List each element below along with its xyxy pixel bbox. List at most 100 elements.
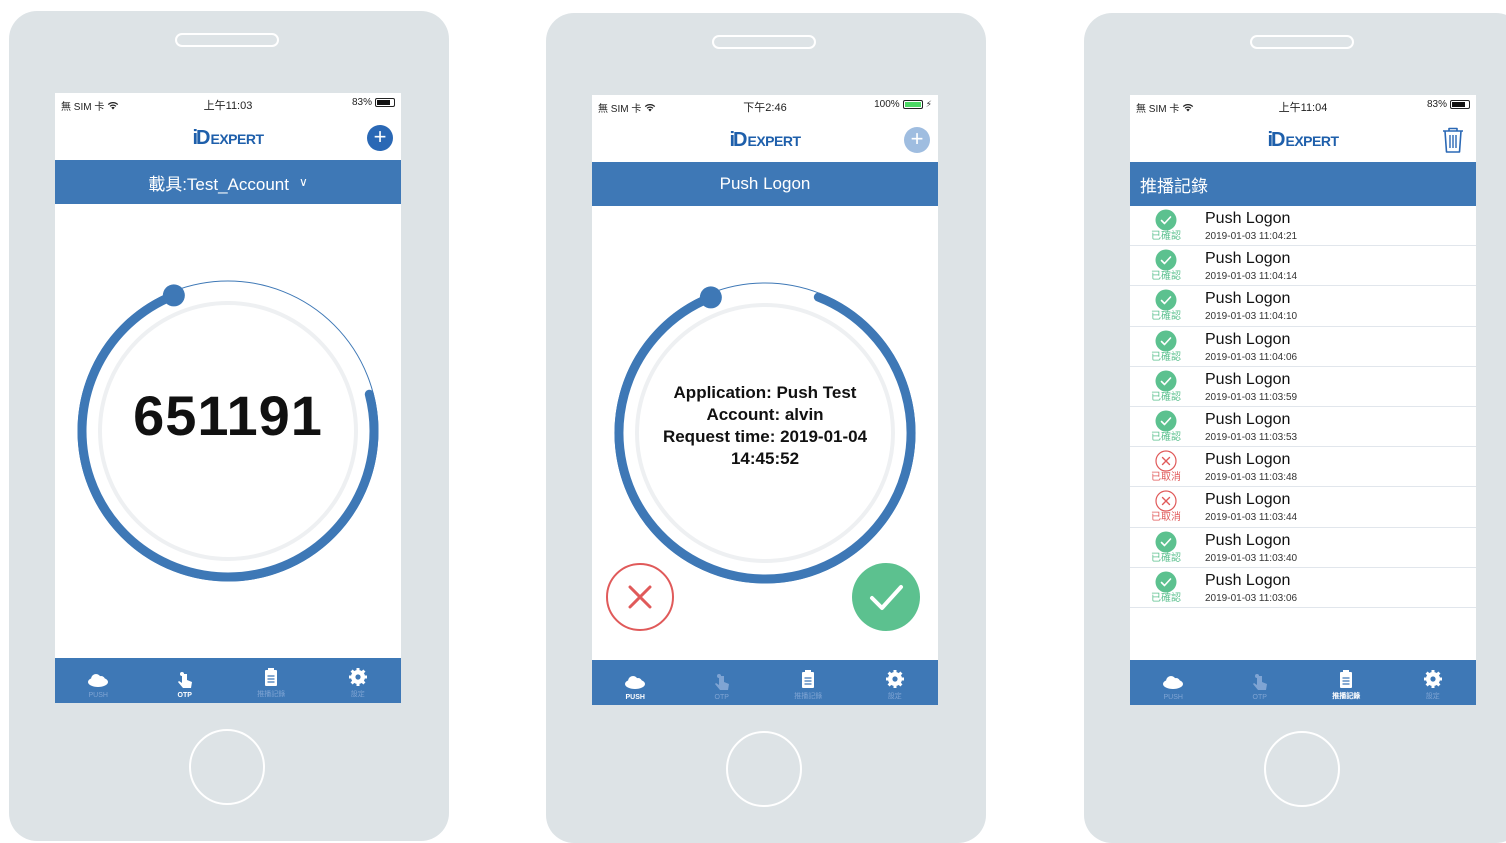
history-row[interactable]: 已確認 Push Logon 2019-01-03 11:04:14: [1130, 246, 1476, 287]
app-header: iD EXPERT +: [592, 121, 938, 161]
history-timestamp: 2019-01-03 11:04:06: [1205, 351, 1298, 363]
tab-push[interactable]: PUSH: [1130, 660, 1217, 705]
phone-history: 無 SIM 卡 上午11:04 83% iD EXPERT 推播記錄 已確認 Pu…: [1084, 13, 1506, 843]
home-button[interactable]: [1264, 731, 1340, 807]
page-title: 推播記錄: [1130, 162, 1476, 206]
history-status-label: 已確認: [1151, 391, 1181, 403]
check-circle-icon: [1155, 571, 1177, 593]
screen-push: 無 SIM 卡 下午2:46 100% ⚡ iD EXPERT + Push L…: [592, 95, 938, 705]
check-icon: [870, 585, 903, 610]
app-logo: iD EXPERT: [1267, 129, 1339, 151]
clipboard-icon: [802, 670, 815, 688]
check-circle-icon: [1155, 410, 1177, 432]
history-title: Push Logon: [1205, 250, 1291, 268]
tab-history[interactable]: 推播記錄: [765, 660, 852, 705]
check-circle-icon: [1155, 330, 1177, 352]
tab-settings[interactable]: 設定: [1390, 660, 1477, 705]
history-row[interactable]: 已確認 Push Logon 2019-01-03 11:04:21: [1130, 206, 1476, 247]
app-logo: iD EXPERT: [729, 129, 801, 151]
history-status: 已確認: [1144, 571, 1188, 604]
account-label: 載具:Test_Account: [148, 174, 289, 194]
add-button[interactable]: +: [367, 125, 393, 151]
touch-icon: [177, 672, 192, 688]
battery-percent: 100%: [874, 99, 900, 110]
history-title: Push Logon: [1205, 330, 1291, 348]
check-circle-icon: [1155, 370, 1177, 392]
history-status-label: 已確認: [1151, 351, 1181, 363]
tab-history[interactable]: 推播記錄: [1303, 660, 1390, 705]
history-row[interactable]: 已確認 Push Logon 2019-01-03 11:04:06: [1130, 327, 1476, 367]
check-circle-icon: [1155, 531, 1177, 552]
history-title: Push Logon: [1205, 370, 1291, 388]
status-time: 上午11:03: [203, 100, 253, 112]
touch-icon: [714, 674, 729, 690]
phone-otp: 無 SIM 卡 上午11:03 83% iD EXPERT + 載具:Test_…: [9, 11, 449, 841]
history-row[interactable]: 已確認 Push Logon 2019-01-03 11:03:40: [1130, 528, 1476, 568]
check-circle-icon: [1155, 289, 1177, 311]
app-header: iD EXPERT +: [55, 119, 401, 159]
history-title: Push Logon: [1205, 491, 1291, 509]
history-timestamp: 2019-01-03 11:04:10: [1205, 311, 1298, 323]
history-row[interactable]: 已確認 Push Logon 2019-01-03 11:03:59: [1130, 367, 1476, 407]
history-status: 已確認: [1144, 410, 1188, 443]
home-button[interactable]: [726, 731, 802, 807]
battery-percent: 83%: [351, 97, 372, 108]
history-row[interactable]: 已確認 Push Logon 2019-01-03 11:03:53: [1130, 407, 1476, 448]
history-title: Push Logon: [1205, 210, 1291, 227]
phone-speaker: [175, 33, 279, 47]
history-timestamp: 2019-01-03 11:03:48: [1205, 472, 1298, 484]
clipboard-icon: [1340, 670, 1353, 688]
reject-button[interactable]: [606, 563, 674, 631]
history-status-label: 已確認: [1151, 271, 1181, 283]
home-button[interactable]: [189, 729, 265, 805]
touch-icon: [1252, 674, 1267, 690]
tab-bar: PUSH OTP 推播記錄 設定: [55, 658, 401, 703]
status-time: 上午11:04: [1278, 102, 1328, 114]
history-status-label: 已確認: [1151, 311, 1181, 323]
trash-icon[interactable]: [1438, 125, 1468, 155]
history-status-label: 已取消: [1151, 472, 1181, 484]
add-button[interactable]: +: [904, 127, 930, 153]
tab-otp[interactable]: OTP: [1217, 660, 1304, 705]
tab-history[interactable]: 推播記錄: [228, 658, 315, 703]
page-title: Push Logon: [592, 162, 938, 206]
history-list: 已確認 Push Logon 2019-01-03 11:04:21 已確認 Push …: [1130, 206, 1476, 608]
history-status: 已確認: [1144, 249, 1188, 282]
app-header: iD EXPERT: [1130, 121, 1476, 161]
battery-percent: 83%: [1426, 99, 1447, 110]
phone-push: 無 SIM 卡 下午2:46 100% ⚡ iD EXPERT + Push L…: [546, 13, 986, 843]
tab-settings[interactable]: 設定: [315, 658, 402, 703]
cloud-icon: [1163, 676, 1184, 689]
battery-icon: [902, 100, 923, 109]
history-timestamp: 2019-01-03 11:03:06: [1205, 592, 1298, 604]
history-timestamp: 2019-01-03 11:04:21: [1205, 231, 1298, 242]
close-icon: [628, 585, 652, 609]
tab-otp[interactable]: OTP: [679, 660, 766, 705]
status-bar: 無 SIM 卡 上午11:04 83%: [1130, 95, 1476, 115]
cloud-icon: [88, 674, 109, 687]
history-title: Push Logon: [1205, 290, 1291, 308]
history-row[interactable]: 已取消 Push Logon 2019-01-03 11:03:44: [1130, 487, 1476, 528]
tab-bar: PUSH OTP 推播記錄 設定: [1130, 660, 1476, 705]
history-row[interactable]: 已取消 Push Logon 2019-01-03 11:03:48: [1130, 447, 1476, 488]
history-row[interactable]: 已確認 Push Logon 2019-01-03 11:04:10: [1130, 286, 1476, 327]
history-status-label: 已確認: [1151, 431, 1181, 443]
tab-otp[interactable]: OTP: [142, 658, 229, 703]
history-timestamp: 2019-01-03 11:04:14: [1205, 271, 1298, 283]
history-status: 已取消: [1144, 450, 1188, 483]
history-status: 已確認: [1144, 289, 1188, 322]
history-timestamp: 2019-01-03 11:03:59: [1205, 391, 1298, 403]
approve-button[interactable]: [852, 563, 920, 631]
gear-icon: [1423, 670, 1442, 688]
charging-icon: ⚡: [925, 99, 932, 109]
history-row[interactable]: 已確認 Push Logon 2019-01-03 11:03:06: [1130, 568, 1476, 608]
status-bar: 無 SIM 卡 上午11:03 83%: [55, 93, 401, 113]
history-status: 已確認: [1144, 209, 1188, 242]
check-circle-icon: [1155, 249, 1177, 271]
tab-push[interactable]: PUSH: [592, 660, 679, 705]
push-request-details: Application: Push Test Account: alvin Re…: [662, 383, 868, 468]
tab-settings[interactable]: 設定: [852, 660, 939, 705]
account-selector[interactable]: 載具:Test_Account ∨: [55, 160, 401, 204]
history-title: Push Logon: [1205, 410, 1291, 428]
tab-push[interactable]: PUSH: [55, 658, 142, 703]
